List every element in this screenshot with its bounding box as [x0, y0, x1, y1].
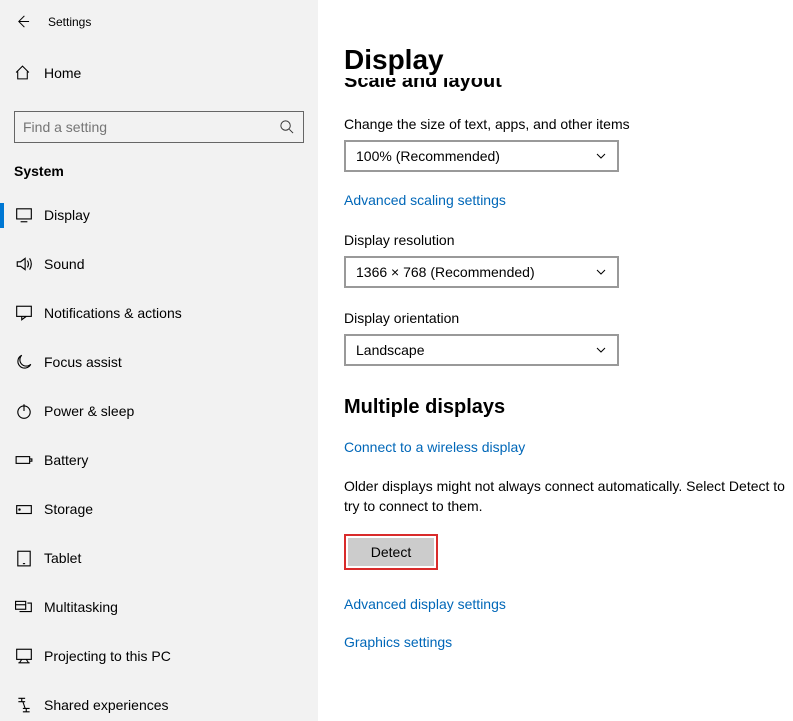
shared-icon: [14, 696, 34, 714]
chevron-down-icon: [595, 266, 607, 278]
scale-label: Change the size of text, apps, and other…: [344, 116, 793, 132]
header: Settings: [0, 0, 318, 43]
nav-label: Tablet: [34, 550, 81, 566]
sidebar-item-shared-experiences[interactable]: Shared experiences: [0, 681, 318, 721]
older-displays-text: Older displays might not always connect …: [344, 477, 793, 516]
tablet-icon: [14, 549, 34, 567]
section-multiple-displays: Multiple displays: [344, 396, 793, 419]
sound-icon: [14, 255, 34, 273]
orientation-value: Landscape: [356, 342, 425, 358]
page-title: Display: [344, 44, 793, 76]
power-icon: [14, 402, 34, 420]
main-content: Display Scale and layout Change the size…: [318, 0, 793, 721]
arrow-left-icon: [15, 14, 30, 29]
sidebar-item-projecting[interactable]: Projecting to this PC: [0, 632, 318, 681]
resolution-label: Display resolution: [344, 232, 793, 248]
detect-highlight: Detect: [344, 534, 438, 570]
resolution-value: 1366 × 768 (Recommended): [356, 264, 535, 280]
sidebar-item-display[interactable]: Display: [0, 191, 318, 240]
nav: Display Sound Notifications & actions Fo…: [0, 191, 318, 721]
display-icon: [14, 206, 34, 224]
nav-label: Sound: [34, 256, 84, 272]
projecting-icon: [14, 647, 34, 665]
sidebar-item-notifications[interactable]: Notifications & actions: [0, 289, 318, 338]
back-button[interactable]: [0, 14, 44, 29]
section-scale-layout: Scale and layout: [344, 78, 793, 94]
sidebar-item-storage[interactable]: Storage: [0, 485, 318, 534]
sidebar-item-sound[interactable]: Sound: [0, 240, 318, 289]
wireless-display-link[interactable]: Connect to a wireless display: [344, 439, 525, 455]
nav-label: Battery: [34, 452, 88, 468]
sidebar-item-tablet[interactable]: Tablet: [0, 534, 318, 583]
sidebar-item-power-sleep[interactable]: Power & sleep: [0, 387, 318, 436]
header-title: Settings: [44, 15, 91, 29]
sidebar-item-battery[interactable]: Battery: [0, 436, 318, 485]
battery-icon: [14, 451, 34, 469]
home-icon: [14, 64, 34, 81]
nav-label: Multitasking: [34, 599, 118, 615]
storage-icon: [14, 500, 34, 518]
nav-label: Shared experiences: [34, 697, 169, 713]
nav-label: Power & sleep: [34, 403, 134, 419]
home-label: Home: [34, 65, 81, 81]
nav-label: Projecting to this PC: [34, 648, 171, 664]
sidebar-item-home[interactable]: Home: [0, 51, 318, 94]
scale-value: 100% (Recommended): [356, 148, 500, 164]
group-title: System: [0, 153, 318, 191]
nav-label: Focus assist: [34, 354, 122, 370]
graphics-settings-link[interactable]: Graphics settings: [344, 634, 452, 650]
search-input[interactable]: [14, 111, 304, 143]
scale-select[interactable]: 100% (Recommended): [344, 140, 619, 172]
sidebar-item-focus-assist[interactable]: Focus assist: [0, 338, 318, 387]
resolution-select[interactable]: 1366 × 768 (Recommended): [344, 256, 619, 288]
sidebar-item-multitasking[interactable]: Multitasking: [0, 583, 318, 632]
chevron-down-icon: [595, 150, 607, 162]
advanced-scaling-link[interactable]: Advanced scaling settings: [344, 192, 506, 208]
search-field[interactable]: [23, 119, 279, 135]
advanced-display-link[interactable]: Advanced display settings: [344, 596, 506, 612]
nav-label: Storage: [34, 501, 93, 517]
search-icon: [279, 119, 295, 134]
chevron-down-icon: [595, 344, 607, 356]
detect-button[interactable]: Detect: [348, 538, 434, 566]
nav-label: Notifications & actions: [34, 305, 182, 321]
nav-label: Display: [34, 207, 90, 223]
orientation-label: Display orientation: [344, 310, 793, 326]
focus-assist-icon: [14, 353, 34, 371]
multitasking-icon: [14, 598, 34, 616]
notifications-icon: [14, 304, 34, 322]
sidebar: Settings Home System Display Sound Notif…: [0, 0, 318, 721]
orientation-select[interactable]: Landscape: [344, 334, 619, 366]
